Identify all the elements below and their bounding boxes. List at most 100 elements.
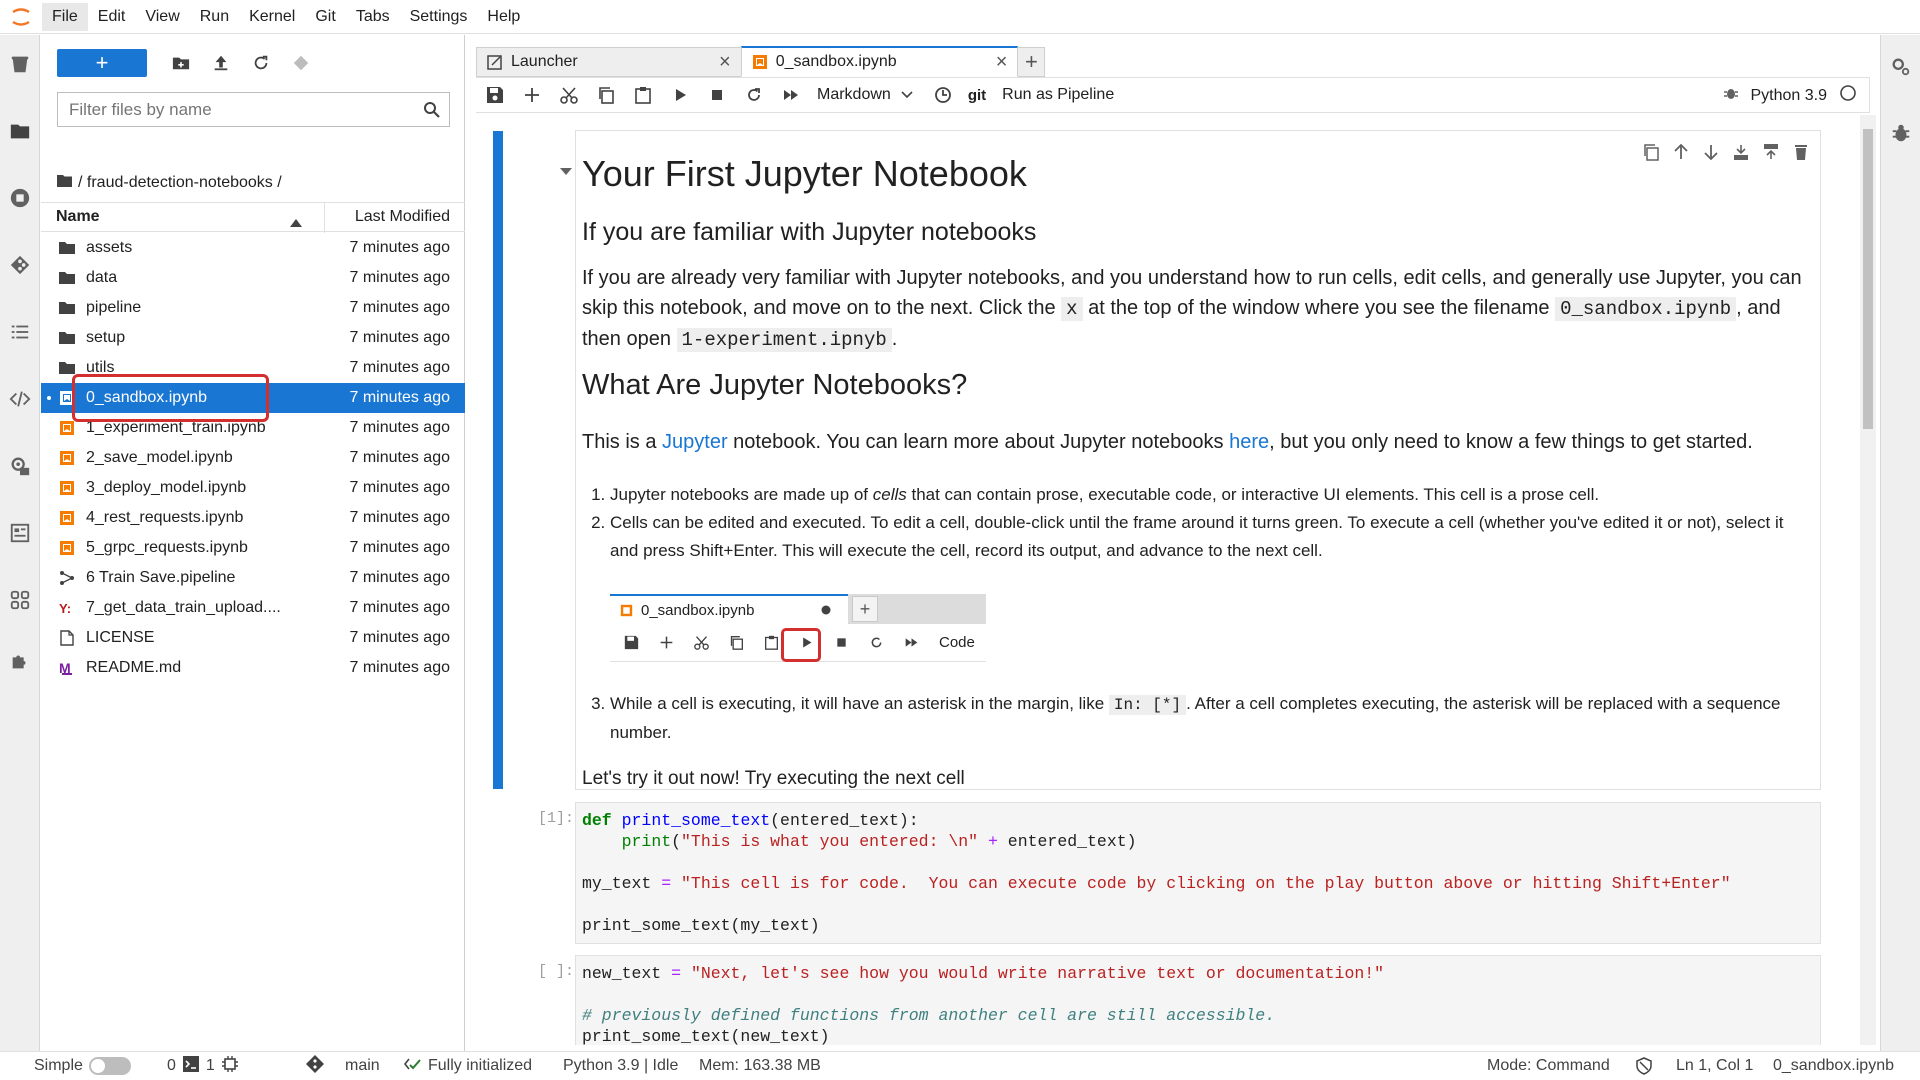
file-row[interactable]: pipeline 7 minutes ago [41,293,465,323]
copy-icon[interactable] [587,81,624,109]
fast-forward-icon[interactable] [772,81,809,109]
menu-view[interactable]: View [135,3,189,31]
refresh-icon[interactable] [241,49,281,77]
here-link[interactable]: here [1229,431,1269,453]
puzzle-icon[interactable] [8,649,32,673]
file-row[interactable]: 5_grpc_requests.ipynb 7 minutes ago [41,533,465,563]
trash-icon[interactable] [8,52,32,76]
save-icon[interactable] [476,81,513,109]
mini-copy-icon [719,630,754,656]
code-token: = [671,964,682,983]
column-divider[interactable] [324,203,325,233]
file-row[interactable]: 6 Train Save.pipeline 7 minutes ago [41,563,465,593]
insert-above-icon[interactable] [1762,143,1780,165]
code-editor[interactable]: new_text = "Next, let's see how you woul… [576,956,1820,1045]
insert-cell-icon[interactable] [513,81,550,109]
notebook-scrollbar[interactable] [1860,115,1876,1045]
paste-icon[interactable] [624,81,661,109]
new-folder-icon[interactable] [161,49,201,77]
cursor-position[interactable]: Ln 1, Col 1 [1676,1057,1753,1075]
toggle-switch[interactable] [88,1057,131,1075]
file-row[interactable]: 3_deploy_model.ipynb 7 minutes ago [41,473,465,503]
debugger-icon[interactable] [1889,121,1913,145]
close-icon[interactable]: × [719,51,731,74]
code-snippets-icon[interactable] [8,387,32,411]
toc-icon[interactable] [8,320,32,344]
clock-icon[interactable] [925,81,962,109]
file-row[interactable]: M README.md 7 minutes ago [41,653,465,683]
restart-icon[interactable] [735,81,772,109]
code-cell[interactable]: def print_some_text(entered_text): print… [575,802,1821,944]
insert-below-icon[interactable] [1732,143,1750,165]
scrollbar-thumb[interactable] [1863,129,1873,429]
new-launcher-button[interactable]: + [57,49,147,77]
file-row[interactable]: 2_save_model.ipynb 7 minutes ago [41,443,465,473]
move-down-icon[interactable] [1702,143,1720,165]
debugger-icon[interactable] [1723,85,1739,106]
git-clone-icon[interactable] [281,49,321,77]
code-editor[interactable]: def print_some_text(entered_text): print… [576,803,1820,943]
markdown-cell[interactable]: Your First Jupyter Notebook If you are f… [575,130,1821,790]
home-folder-icon[interactable] [57,174,72,192]
code-cell[interactable]: new_text = "Next, let's see how you woul… [575,955,1821,1045]
duplicate-cell-icon[interactable] [1642,143,1660,165]
jupyter-link[interactable]: Jupyter [662,431,728,453]
file-row[interactable]: data 7 minutes ago [41,263,465,293]
tab-notebook[interactable]: 0_sandbox.ipynb × [740,46,1019,77]
trust-shield-icon[interactable] [1635,1057,1653,1075]
active-cell-indicator[interactable] [493,131,503,789]
run-as-pipeline-button[interactable]: Run as Pipeline [1002,86,1114,104]
column-name-header[interactable]: Name [56,208,100,226]
tab-launcher[interactable]: Launcher × [476,47,742,77]
text-span: While a cell is executing, it will have … [610,694,1109,713]
kernel-status[interactable]: Python 3.9 | Idle [563,1057,678,1075]
file-row[interactable]: assets 7 minutes ago [41,233,465,263]
file-list-header: Name Last Modified [41,202,465,233]
extensions-grid-icon[interactable] [8,588,32,612]
filter-files-input[interactable] [69,99,409,120]
add-tab-icon[interactable]: + [1017,47,1046,77]
file-row[interactable]: LICENSE 7 minutes ago [41,623,465,653]
cell-type-dropdown[interactable]: Markdown [817,86,913,104]
column-modified-header[interactable]: Last Modified [355,208,450,226]
menu-help[interactable]: Help [477,3,530,31]
menu-kernel[interactable]: Kernel [239,3,305,31]
property-inspector-icon[interactable] [8,521,32,545]
pipeline-runtimes-icon[interactable] [8,454,32,478]
cell-type-value: Markdown [817,86,891,103]
terminals-indicator[interactable]: 0 1 [167,1055,239,1078]
stop-icon[interactable] [698,81,735,109]
menu-edit[interactable]: Edit [88,3,136,31]
close-icon[interactable]: × [996,51,1008,74]
jupyter-logo-icon [0,0,42,34]
menu-run[interactable]: Run [190,3,239,31]
upload-icon[interactable] [201,49,241,77]
kernel-name[interactable]: Python 3.9 [1751,87,1828,105]
file-row[interactable]: Y: 7_get_data_train_upload.... 7 minutes a… [41,593,465,623]
launcher-icon [487,54,503,70]
file-row[interactable]: 4_rest_requests.ipynb 7 minutes ago [41,503,465,533]
simple-mode-toggle[interactable]: Simple [34,1057,131,1075]
property-inspector-gears-icon[interactable] [1889,55,1913,79]
git-diff-button[interactable]: git [968,87,986,104]
menu-git[interactable]: Git [305,3,345,31]
git-branch-indicator[interactable]: main [305,1054,380,1079]
cut-icon[interactable] [550,81,587,109]
delete-cell-icon[interactable] [1792,143,1810,165]
collapse-caret-icon[interactable] [560,163,572,180]
file-name: README.md [86,659,182,676]
notebook-panel[interactable]: Your First Jupyter Notebook If you are f… [476,115,1852,1045]
menu-settings[interactable]: Settings [400,3,478,31]
menu-tabs[interactable]: Tabs [346,3,400,31]
code-token: "This cell is for code. You can execute … [681,874,1731,893]
file-row[interactable]: setup 7 minutes ago [41,323,465,353]
menu-file[interactable]: File [42,2,88,31]
run-icon[interactable] [661,81,698,109]
git-icon[interactable] [8,253,32,277]
lsp-status[interactable]: Fully initialized [403,1055,532,1078]
running-icon[interactable] [8,186,32,210]
breadcrumb-path[interactable]: / fraud-detection-notebooks / [78,174,282,192]
folder-icon[interactable] [8,119,32,143]
code-token: (entered_text): [770,811,919,830]
move-up-icon[interactable] [1672,143,1690,165]
